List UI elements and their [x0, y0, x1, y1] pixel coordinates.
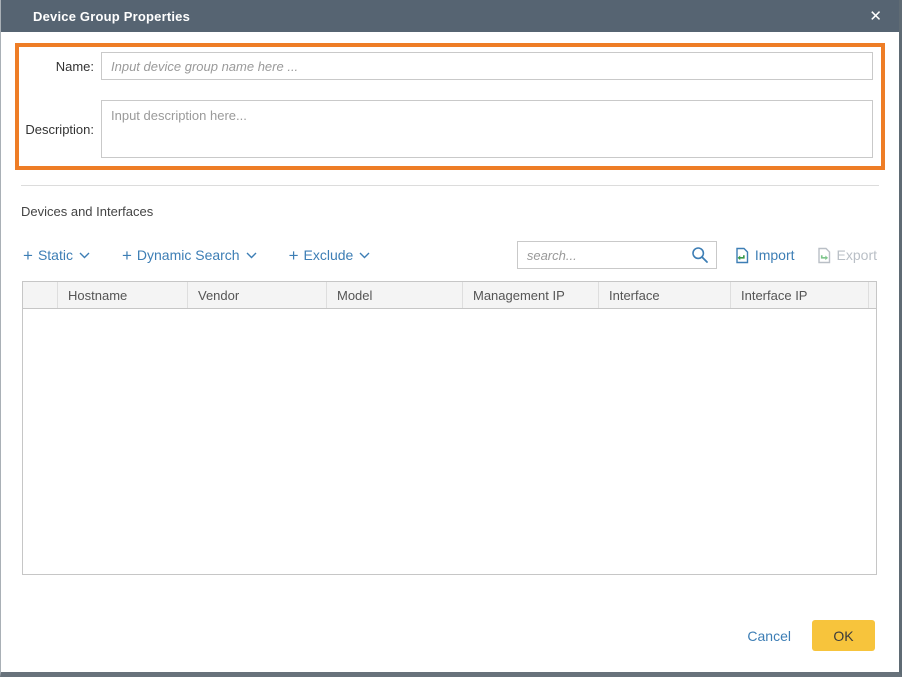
- devices-and-interfaces-title: Devices and Interfaces: [21, 204, 153, 219]
- toolbar-right-group: Import Export: [517, 241, 877, 269]
- search-icon[interactable]: [691, 246, 709, 264]
- export-icon: [816, 247, 832, 264]
- dynamic-search-label: Dynamic Search: [137, 247, 240, 263]
- add-dynamic-search-button[interactable]: + Dynamic Search: [122, 247, 257, 264]
- chevron-down-icon: [359, 252, 370, 259]
- static-label: Static: [38, 247, 73, 263]
- devices-table-body[interactable]: [23, 309, 876, 574]
- dialog-titlebar: Device Group Properties ✕: [0, 0, 902, 32]
- search-input[interactable]: [527, 248, 691, 263]
- cancel-button[interactable]: Cancel: [747, 628, 791, 644]
- name-label: Name:: [19, 59, 101, 74]
- export-button: Export: [816, 247, 877, 264]
- plus-icon: +: [122, 247, 132, 264]
- devices-toolbar: + Static + Dynamic Search + Exclude: [23, 240, 877, 270]
- import-label: Import: [755, 247, 795, 263]
- search-box: [517, 241, 717, 269]
- column-header-select: [23, 282, 58, 308]
- export-label: Export: [837, 247, 877, 263]
- column-header-spacer: [869, 282, 876, 308]
- column-header-interface-ip[interactable]: Interface IP: [731, 282, 869, 308]
- add-static-button[interactable]: + Static: [23, 247, 90, 264]
- description-row: Description:: [19, 100, 873, 158]
- chevron-down-icon: [79, 252, 90, 259]
- devices-table: Hostname Vendor Model Management IP Inte…: [22, 281, 877, 575]
- add-exclude-button[interactable]: + Exclude: [289, 247, 371, 264]
- column-header-interface[interactable]: Interface: [599, 282, 731, 308]
- group-properties-form: Name: Description:: [15, 43, 885, 170]
- import-button[interactable]: Import: [734, 247, 795, 264]
- column-header-management-ip[interactable]: Management IP: [463, 282, 599, 308]
- device-group-properties-dialog: Device Group Properties ✕ Name: Descript…: [0, 0, 902, 677]
- exclude-label: Exclude: [304, 247, 354, 263]
- name-input[interactable]: [101, 52, 873, 80]
- chevron-down-icon: [246, 252, 257, 259]
- description-input[interactable]: [101, 100, 873, 158]
- name-row: Name:: [19, 52, 873, 80]
- dialog-footer: Cancel OK: [747, 620, 875, 651]
- close-icon[interactable]: ✕: [863, 5, 888, 28]
- dialog-title: Device Group Properties: [0, 9, 190, 24]
- import-icon: [734, 247, 750, 264]
- column-header-hostname[interactable]: Hostname: [58, 282, 188, 308]
- column-header-vendor[interactable]: Vendor: [188, 282, 327, 308]
- plus-icon: +: [23, 247, 33, 264]
- ok-button[interactable]: OK: [812, 620, 875, 651]
- description-label: Description:: [19, 122, 101, 137]
- column-header-model[interactable]: Model: [327, 282, 463, 308]
- plus-icon: +: [289, 247, 299, 264]
- section-divider: [21, 185, 879, 186]
- devices-table-header: Hostname Vendor Model Management IP Inte…: [23, 282, 876, 309]
